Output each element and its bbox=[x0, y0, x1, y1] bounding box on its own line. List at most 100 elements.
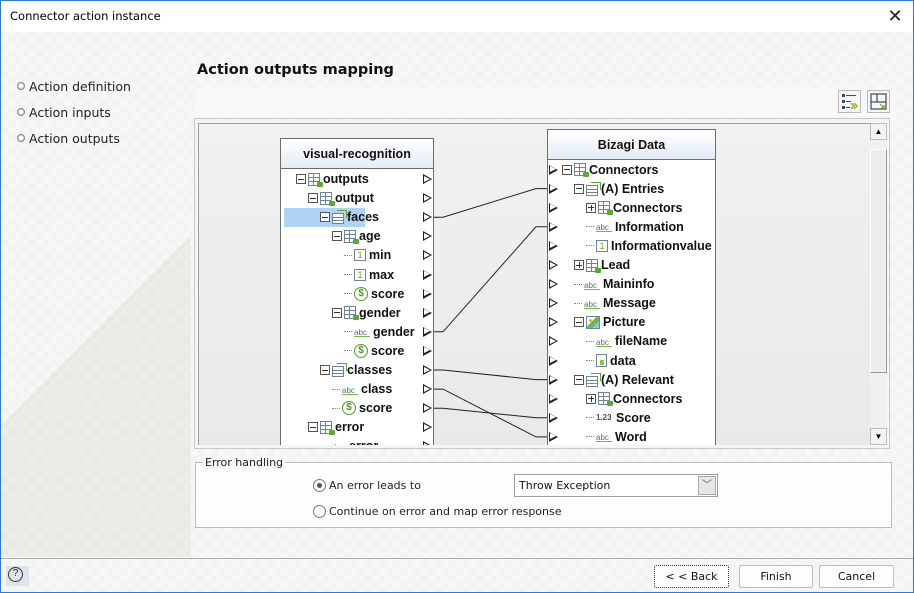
output-port-icon[interactable] bbox=[423, 365, 432, 375]
tree-node[interactable]: 1 max bbox=[344, 265, 394, 284]
tree-node[interactable]: (A) Relevant bbox=[574, 370, 674, 389]
finish-button[interactable]: Finish bbox=[739, 565, 813, 588]
input-port-icon[interactable] bbox=[549, 202, 558, 213]
scroll-down-button[interactable]: ▼ bbox=[870, 428, 887, 445]
tree-node[interactable]: data bbox=[586, 351, 636, 370]
expand-icon[interactable] bbox=[574, 260, 584, 270]
vertical-scrollbar[interactable]: ▲ ▼ bbox=[870, 123, 887, 445]
scroll-up-button[interactable]: ▲ bbox=[870, 123, 887, 140]
output-port-icon[interactable] bbox=[423, 174, 432, 184]
output-port-icon[interactable] bbox=[423, 288, 432, 299]
collapse-icon[interactable] bbox=[296, 174, 306, 184]
output-port-icon[interactable] bbox=[423, 384, 432, 395]
fit-layout-button[interactable] bbox=[867, 90, 890, 113]
input-port-icon[interactable] bbox=[549, 393, 558, 404]
collapse-icon[interactable] bbox=[320, 212, 330, 223]
scroll-thumb[interactable] bbox=[870, 149, 887, 373]
tree-node[interactable]: gender bbox=[332, 303, 401, 322]
tree-node[interactable]: 1 min bbox=[344, 246, 391, 265]
tree-node-label: Information bbox=[615, 219, 684, 234]
tree-node[interactable]: abc fileName bbox=[586, 332, 667, 351]
input-port-icon[interactable] bbox=[549, 260, 558, 270]
tree-node[interactable]: faces bbox=[284, 207, 379, 227]
tree-node[interactable]: age bbox=[332, 227, 381, 246]
tree-node[interactable]: abc Word bbox=[586, 427, 647, 445]
mapping-canvas[interactable]: visual-recognition Bizagi Data outputs ou… bbox=[198, 123, 870, 445]
radio-button-selected[interactable] bbox=[313, 479, 326, 492]
expand-icon[interactable] bbox=[586, 393, 596, 404]
tree-node[interactable]: 1.23 Score bbox=[586, 408, 651, 427]
collapse-icon[interactable] bbox=[332, 231, 342, 242]
output-port-icon[interactable] bbox=[423, 441, 432, 445]
mapping-link[interactable] bbox=[433, 407, 549, 419]
tree-node[interactable]: outputs bbox=[296, 170, 369, 189]
chevron-down-icon[interactable]: ﹀ bbox=[698, 476, 716, 495]
input-port-icon[interactable] bbox=[549, 298, 558, 309]
tree-node[interactable]: $ score bbox=[344, 341, 404, 360]
input-port-icon[interactable] bbox=[549, 374, 558, 385]
back-button[interactable]: < < Back bbox=[654, 565, 729, 588]
tree-node[interactable]: $ score bbox=[332, 399, 392, 418]
tree-node[interactable]: Connectors bbox=[562, 160, 658, 179]
mapping-link[interactable] bbox=[433, 369, 549, 381]
input-port-icon[interactable] bbox=[549, 164, 558, 175]
tree-node[interactable]: abcerror bbox=[320, 437, 378, 445]
input-port-icon[interactable] bbox=[549, 221, 558, 232]
input-port-icon[interactable] bbox=[549, 412, 558, 423]
tree-node[interactable]: Lead bbox=[574, 256, 630, 275]
step-action-outputs[interactable]: Action outputs bbox=[17, 125, 131, 151]
tree-node[interactable]: output bbox=[308, 189, 374, 208]
output-port-icon[interactable] bbox=[423, 269, 432, 280]
collapse-icon[interactable] bbox=[320, 365, 330, 375]
tree-node[interactable]: error bbox=[308, 418, 364, 437]
tree-node[interactable]: 1 Informationvalue bbox=[586, 236, 712, 255]
output-port-icon[interactable] bbox=[423, 193, 432, 204]
tree-node[interactable]: Connectors bbox=[586, 198, 682, 217]
collapse-icon[interactable] bbox=[308, 422, 318, 433]
collapse-icon[interactable] bbox=[308, 193, 318, 204]
mapping-link[interactable] bbox=[433, 188, 549, 218]
output-port-icon[interactable] bbox=[423, 422, 432, 433]
radio-error-leads-to[interactable]: An error leads to bbox=[313, 479, 421, 492]
input-port-icon[interactable] bbox=[549, 336, 558, 347]
step-action-inputs[interactable]: Action inputs bbox=[17, 99, 131, 125]
output-port-icon[interactable] bbox=[423, 345, 432, 356]
collapse-icon[interactable] bbox=[562, 164, 572, 175]
input-port-icon[interactable] bbox=[549, 240, 558, 251]
tree-node[interactable]: abc gender bbox=[344, 322, 415, 341]
collapse-icon[interactable] bbox=[574, 317, 584, 328]
output-port-icon[interactable] bbox=[423, 212, 432, 223]
close-icon[interactable]: ✕ bbox=[885, 6, 905, 26]
tree-node[interactable]: (A) Entries bbox=[574, 179, 664, 198]
collapse-icon[interactable] bbox=[574, 183, 584, 194]
input-port-icon[interactable] bbox=[549, 279, 558, 290]
collapse-icon[interactable] bbox=[332, 307, 342, 318]
tree-node[interactable]: Connectors bbox=[586, 389, 682, 408]
error-action-select[interactable]: Throw Exception ﹀ bbox=[514, 474, 718, 497]
input-port-icon[interactable] bbox=[549, 431, 558, 442]
expand-icon[interactable] bbox=[586, 202, 596, 213]
mapping-link[interactable] bbox=[433, 226, 549, 333]
help-button[interactable]: ? bbox=[6, 566, 29, 586]
output-port-icon[interactable] bbox=[423, 307, 432, 318]
tree-node[interactable]: abc class bbox=[332, 380, 392, 399]
output-port-icon[interactable] bbox=[423, 403, 432, 414]
tree-node[interactable]: abc Message bbox=[574, 294, 656, 313]
radio-button[interactable] bbox=[313, 505, 326, 518]
tree-node[interactable]: $ score bbox=[344, 284, 404, 303]
step-action-definition[interactable]: Action definition bbox=[17, 73, 131, 99]
auto-map-button[interactable] bbox=[838, 90, 861, 113]
output-port-icon[interactable] bbox=[423, 250, 432, 261]
output-port-icon[interactable] bbox=[423, 326, 432, 337]
radio-continue-on-error[interactable]: Continue on error and map error response bbox=[313, 505, 562, 518]
tree-node[interactable]: abc Maininfo bbox=[574, 275, 654, 294]
input-port-icon[interactable] bbox=[549, 183, 558, 194]
collapse-icon[interactable] bbox=[574, 374, 584, 385]
tree-node[interactable]: abc Information bbox=[586, 217, 684, 236]
output-port-icon[interactable] bbox=[423, 231, 432, 242]
tree-node[interactable]: Picture bbox=[574, 313, 645, 332]
input-port-icon[interactable] bbox=[549, 355, 558, 366]
input-port-icon[interactable] bbox=[549, 317, 558, 328]
tree-node[interactable]: classes bbox=[320, 361, 392, 380]
cancel-button[interactable]: Cancel bbox=[819, 565, 894, 588]
